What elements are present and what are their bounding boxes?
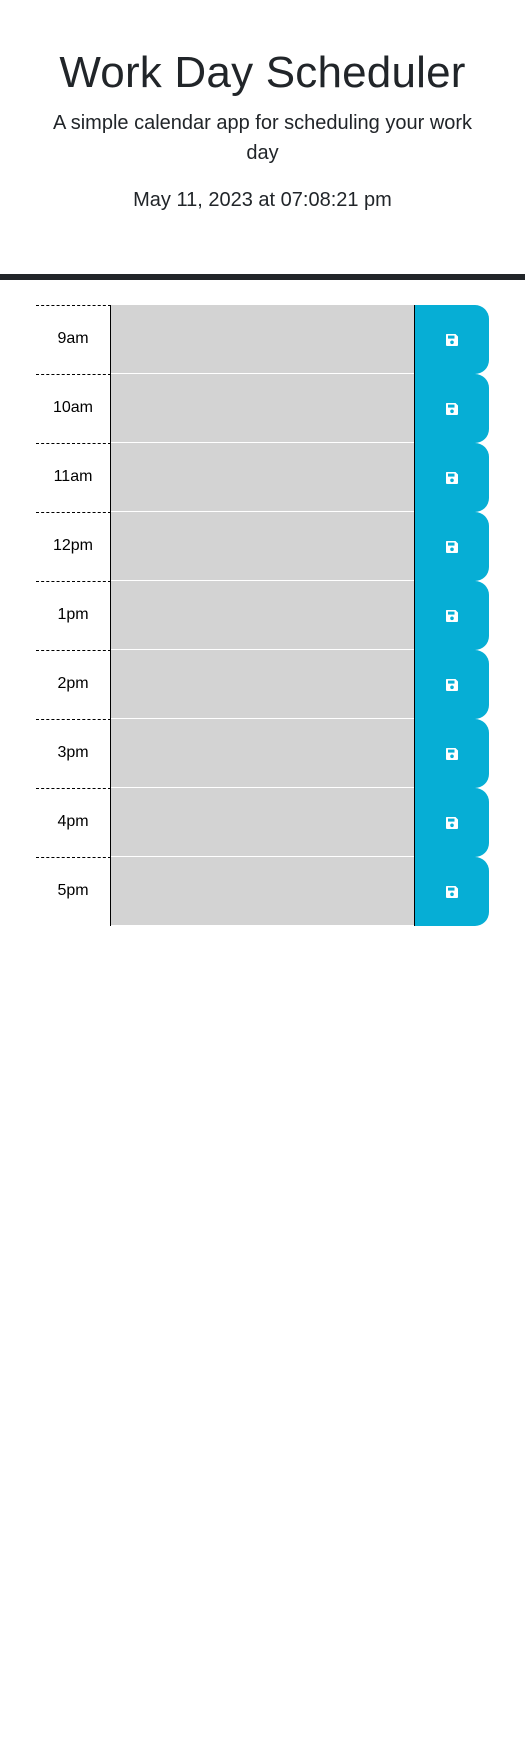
schedule-container: 9am 10am 11am 12pm 1pm 2pm 3pm 4pm 5pm bbox=[0, 305, 489, 926]
floppy-disk-icon bbox=[445, 402, 459, 416]
hour-label: 3pm bbox=[36, 719, 111, 788]
event-description-input[interactable] bbox=[111, 719, 414, 788]
time-block-3pm: 3pm bbox=[36, 719, 489, 788]
time-block-2pm: 2pm bbox=[36, 650, 489, 719]
floppy-disk-icon bbox=[445, 678, 459, 692]
hour-label: 5pm bbox=[36, 857, 111, 926]
floppy-disk-icon bbox=[445, 540, 459, 554]
event-description-input[interactable] bbox=[111, 650, 414, 719]
hour-label: 12pm bbox=[36, 512, 111, 581]
page-title: Work Day Scheduler bbox=[59, 48, 466, 97]
event-description-input[interactable] bbox=[111, 788, 414, 857]
time-block-11am: 11am bbox=[36, 443, 489, 512]
time-block-1pm: 1pm bbox=[36, 581, 489, 650]
page-subtitle: A simple calendar app for scheduling you… bbox=[52, 112, 473, 164]
save-button[interactable] bbox=[414, 305, 489, 374]
save-button[interactable] bbox=[414, 788, 489, 857]
page-header: Work Day Scheduler A simple calendar app… bbox=[0, 0, 525, 226]
hour-label: 10am bbox=[36, 374, 111, 443]
time-block-5pm: 5pm bbox=[36, 857, 489, 926]
save-button[interactable] bbox=[414, 443, 489, 512]
save-button[interactable] bbox=[414, 650, 489, 719]
header-divider bbox=[0, 274, 525, 280]
event-description-input[interactable] bbox=[111, 305, 414, 374]
event-description-input[interactable] bbox=[111, 857, 414, 926]
save-button[interactable] bbox=[414, 581, 489, 650]
time-block-4pm: 4pm bbox=[36, 788, 489, 857]
hour-label: 4pm bbox=[36, 788, 111, 857]
time-block-9am: 9am bbox=[36, 305, 489, 374]
hour-label: 2pm bbox=[36, 650, 111, 719]
event-description-input[interactable] bbox=[111, 443, 414, 512]
hour-label: 9am bbox=[36, 305, 111, 374]
floppy-disk-icon bbox=[445, 333, 459, 347]
save-button[interactable] bbox=[414, 857, 489, 926]
floppy-disk-icon bbox=[445, 471, 459, 485]
save-button[interactable] bbox=[414, 512, 489, 581]
save-button[interactable] bbox=[414, 374, 489, 443]
event-description-input[interactable] bbox=[111, 374, 414, 443]
floppy-disk-icon bbox=[445, 885, 459, 899]
hour-label: 1pm bbox=[36, 581, 111, 650]
save-button[interactable] bbox=[414, 719, 489, 788]
current-date-time: May 11, 2023 at 07:08:21 pm bbox=[133, 189, 392, 211]
hour-label: 11am bbox=[36, 443, 111, 512]
floppy-disk-icon bbox=[445, 816, 459, 830]
event-description-input[interactable] bbox=[111, 581, 414, 650]
floppy-disk-icon bbox=[445, 609, 459, 623]
time-block-10am: 10am bbox=[36, 374, 489, 443]
time-block-12pm: 12pm bbox=[36, 512, 489, 581]
floppy-disk-icon bbox=[445, 747, 459, 761]
event-description-input[interactable] bbox=[111, 512, 414, 581]
